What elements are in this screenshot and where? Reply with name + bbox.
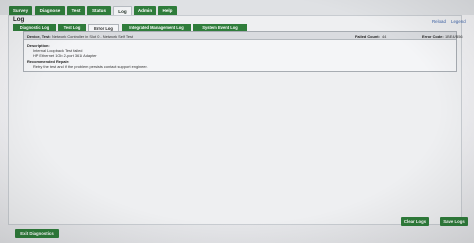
tab-admin[interactable]: Admin bbox=[134, 6, 156, 15]
subtab-integrated-management-log[interactable]: Integrated Management Log bbox=[122, 24, 191, 31]
device-test-label: Device, Test: bbox=[27, 33, 51, 39]
tab-log[interactable]: Log bbox=[113, 6, 132, 15]
diagnostics-screen: Survey Diagnose Test Status Log Admin He… bbox=[0, 0, 474, 243]
description-line-2: HP Ethernet 1Gb 2-port 361i Adapter bbox=[33, 53, 97, 58]
subtab-error-log[interactable]: Error Log bbox=[88, 24, 119, 31]
subtab-system-event-log[interactable]: System Event Log bbox=[193, 24, 247, 31]
recommended-repair-text: Retry the test and if the problem persis… bbox=[33, 64, 148, 69]
tab-survey[interactable]: Survey bbox=[9, 6, 32, 15]
error-code-label: Error Code: bbox=[422, 33, 444, 39]
failed-count-value: 44 bbox=[382, 33, 387, 39]
legend-link[interactable]: Legend bbox=[451, 19, 466, 24]
tab-status[interactable]: Status bbox=[87, 6, 111, 15]
page-title: Log bbox=[13, 16, 25, 23]
reload-link[interactable]: Reload bbox=[432, 19, 446, 24]
tab-help[interactable]: Help bbox=[158, 6, 177, 15]
top-nav-bar: Survey Diagnose Test Status Log Admin He… bbox=[0, 0, 474, 15]
tab-diagnose[interactable]: Diagnose bbox=[35, 6, 65, 15]
subtab-test-log[interactable]: Test Log bbox=[58, 24, 86, 31]
subtab-diagnostic-log[interactable]: Diagnostic Log bbox=[13, 24, 56, 31]
tab-test[interactable]: Test bbox=[67, 6, 85, 15]
clear-logs-button[interactable]: Clear Logs bbox=[401, 217, 429, 226]
save-logs-button[interactable]: Save Logs bbox=[440, 217, 468, 226]
failed-count-label: Failed Count: bbox=[355, 33, 380, 39]
exit-diagnostics-button[interactable]: Exit Diagnostics bbox=[15, 229, 59, 238]
error-log-entry: Device, Test: Network Controller in Slot… bbox=[23, 31, 463, 72]
error-code-value: 1BE4/B56 bbox=[445, 33, 463, 39]
device-test-value: Network Controller in Slot 0 - Network S… bbox=[52, 33, 134, 39]
